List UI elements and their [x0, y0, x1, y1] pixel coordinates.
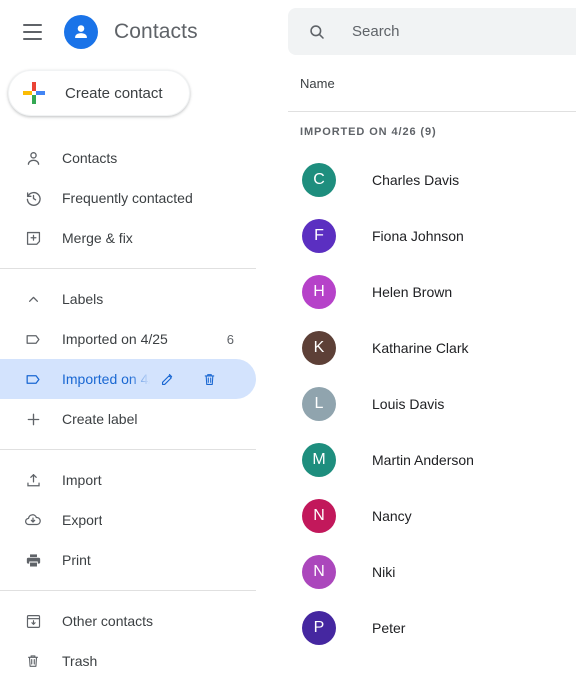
- hamburger-menu-icon[interactable]: [16, 16, 48, 48]
- avatar: N: [302, 499, 336, 533]
- search-bar[interactable]: [288, 8, 576, 55]
- contact-name: Niki: [372, 564, 396, 580]
- sidebar-item-label-imported-0425[interactable]: Imported on 4/25 6: [0, 319, 256, 359]
- contact-name: Peter: [372, 620, 406, 636]
- sidebar-item-label: Create label: [62, 411, 138, 427]
- group-header-label: IMPORTED ON 4/26 (9): [300, 126, 437, 138]
- sidebar-divider-2: [0, 449, 256, 450]
- sidebar-item-contacts[interactable]: Contacts: [0, 138, 256, 178]
- sidebar-item-label: Imported on 4/26: [62, 371, 150, 387]
- sidebar-labels-header[interactable]: Labels: [0, 279, 256, 319]
- sidebar-item-other-contacts[interactable]: Other contacts: [0, 601, 256, 641]
- trash-icon: [22, 650, 44, 672]
- page-title: Contacts: [114, 20, 198, 43]
- history-clock-icon: [22, 187, 44, 209]
- column-header-name: Name: [300, 75, 335, 91]
- contact-name: Louis Davis: [372, 396, 445, 412]
- create-contact-label: Create contact: [65, 84, 163, 102]
- avatar: L: [302, 387, 336, 421]
- label-outline-icon: [22, 368, 44, 390]
- sidebar-item-label: Other contacts: [62, 613, 154, 629]
- avatar: F: [302, 219, 336, 253]
- sidebar-item-label: Merge & fix: [62, 230, 133, 246]
- brand-bar: Contacts: [0, 0, 288, 64]
- merge-fix-icon: [22, 227, 44, 249]
- contact-name: Katharine Clark: [372, 340, 469, 356]
- sidebar-item-create-label[interactable]: Create label: [0, 399, 256, 439]
- sidebar-nav: Contacts Frequently contacted Merge & fi…: [0, 138, 288, 681]
- trash-delete-icon[interactable]: [194, 364, 224, 394]
- contact-row[interactable]: N Nancy: [288, 488, 576, 544]
- contact-row[interactable]: F Fiona Johnson: [288, 208, 576, 264]
- label-outline-icon: [22, 328, 44, 350]
- sidebar-item-import[interactable]: Import: [0, 460, 256, 500]
- pencil-edit-icon[interactable]: [152, 364, 182, 394]
- avatar: H: [302, 275, 336, 309]
- sidebar-item-merge-and-fix[interactable]: Merge & fix: [0, 218, 256, 258]
- avatar: P: [302, 611, 336, 645]
- contact-row[interactable]: K Katharine Clark: [288, 320, 576, 376]
- sidebar-divider-1: [0, 268, 256, 269]
- sidebar-item-label: Import: [62, 472, 102, 488]
- contact-row[interactable]: H Helen Brown: [288, 264, 576, 320]
- google-plus-multicolor-icon: [23, 82, 45, 104]
- contacts-main-panel: Name IMPORTED ON 4/26 (9) C Charles Davis…: [288, 0, 576, 700]
- printer-icon: [22, 549, 44, 571]
- contact-name: Helen Brown: [372, 284, 453, 300]
- plus-icon: [22, 408, 44, 430]
- export-cloud-download-icon: [22, 509, 44, 531]
- search-magnifier-icon: [306, 21, 328, 43]
- contacts-person-logo-icon: [64, 15, 98, 49]
- contact-group-header: IMPORTED ON 4/26 (9): [288, 112, 576, 152]
- contact-row[interactable]: M Martin Anderson: [288, 432, 576, 488]
- sidebar-item-label: Trash: [62, 653, 98, 669]
- sidebar-item-label-imported-0426[interactable]: Imported on 4/26: [0, 359, 256, 399]
- search-input[interactable]: [352, 23, 552, 40]
- sidebar-item-export[interactable]: Export: [0, 500, 256, 540]
- contact-name: Charles Davis: [372, 172, 460, 188]
- chevron-up-icon: [22, 288, 44, 310]
- sidebar-item-print[interactable]: Print: [0, 540, 256, 580]
- avatar: K: [302, 331, 336, 365]
- sidebar-item-label: Contacts: [62, 150, 118, 166]
- person-outline-icon: [22, 147, 44, 169]
- contact-row[interactable]: P Peter: [288, 600, 576, 656]
- sidebar: Contacts Create contact Contacts Frequen…: [0, 0, 288, 700]
- contact-name: Nancy: [372, 508, 412, 524]
- label-count-badge: 6: [226, 331, 234, 347]
- contact-name: Fiona Johnson: [372, 228, 464, 244]
- contact-row[interactable]: N Niki: [288, 544, 576, 600]
- list-column-header: Name: [288, 55, 576, 111]
- avatar: C: [302, 163, 336, 197]
- contact-name: Martin Anderson: [372, 452, 474, 468]
- label-row-actions: [152, 364, 224, 394]
- import-upload-icon: [22, 469, 44, 491]
- sidebar-divider-3: [0, 590, 256, 591]
- contacts-app: Contacts Create contact Contacts Frequen…: [0, 0, 576, 700]
- avatar: N: [302, 555, 336, 589]
- sidebar-labels-header-label: Labels: [62, 291, 104, 307]
- sidebar-item-trash[interactable]: Trash: [0, 641, 256, 681]
- contact-list: C Charles Davis F Fiona Johnson H Helen Brown…: [288, 152, 576, 656]
- sidebar-item-label: Imported on 4/25: [62, 331, 168, 347]
- contact-row[interactable]: L Louis Davis: [288, 376, 576, 432]
- sidebar-item-label: Print: [62, 552, 91, 568]
- contact-row[interactable]: C Charles Davis: [288, 152, 576, 208]
- avatar: M: [302, 443, 336, 477]
- sidebar-item-label: Export: [62, 512, 103, 528]
- create-contact-wrap: Create contact: [0, 64, 288, 116]
- sidebar-item-label: Frequently contacted: [62, 190, 193, 206]
- other-contacts-box-icon: [22, 610, 44, 632]
- sidebar-item-frequently-contacted[interactable]: Frequently contacted: [0, 178, 256, 218]
- create-contact-button[interactable]: Create contact: [8, 70, 190, 116]
